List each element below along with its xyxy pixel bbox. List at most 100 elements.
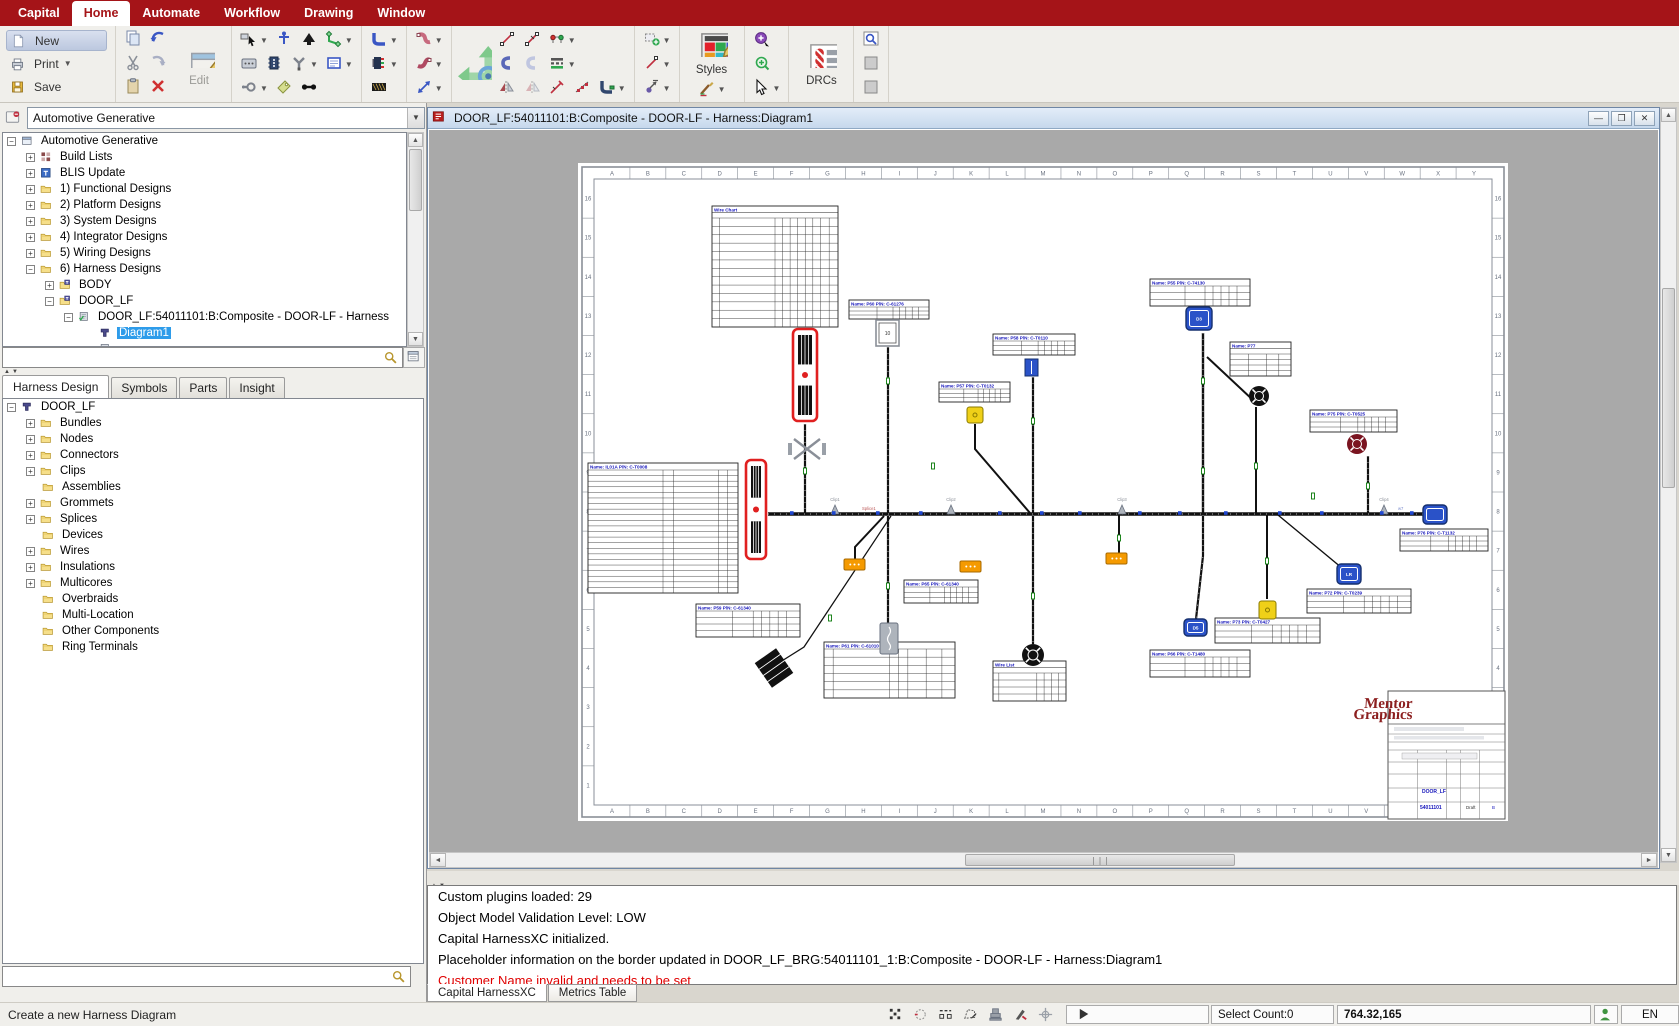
menu-item-workflow[interactable]: Workflow <box>212 1 292 26</box>
harness-tree-item-multicores[interactable]: +Multicores <box>3 575 423 591</box>
scroll-up-icon[interactable]: ▲ <box>408 133 423 147</box>
harness-tree-item-splices[interactable]: +Splices <box>3 511 423 527</box>
menu-item-window[interactable]: Window <box>365 1 437 26</box>
mirror-right-button[interactable] <box>521 77 543 102</box>
move-cross-icon[interactable] <box>458 46 492 85</box>
red-measure-button[interactable] <box>546 77 568 102</box>
lanes-button[interactable]: ▼ <box>546 53 578 78</box>
project-tree-item-door-lf[interactable]: −DOOR_LF <box>3 293 406 309</box>
menu-item-capital[interactable]: Capital <box>6 1 72 26</box>
scroll-left-icon[interactable]: ◄ <box>430 853 446 867</box>
mirror-left-button[interactable] <box>496 77 518 102</box>
panel-toggle-icon[interactable] <box>403 347 425 368</box>
splice-dumbbell-button[interactable] <box>298 77 320 102</box>
bottom-tab-metrics-table[interactable]: Metrics Table <box>548 984 638 1002</box>
select-grid-icon[interactable] <box>884 1005 906 1024</box>
edit-button[interactable]: Edit <box>173 40 225 89</box>
project-tree-item-blis-update[interactable]: +BLIS Update <box>3 165 406 181</box>
project-search-input[interactable] <box>3 349 380 366</box>
select-poly-icon[interactable] <box>959 1005 981 1024</box>
new-button[interactable]: New <box>6 30 107 51</box>
restore-button[interactable]: ❐ <box>1611 111 1632 126</box>
menu-item-home[interactable]: Home <box>72 1 131 26</box>
menu-item-automate[interactable]: Automate <box>130 1 212 26</box>
language-box[interactable]: EN <box>1621 1005 1679 1024</box>
project-tree-item-6-harness-designs[interactable]: −6) Harness Designs <box>3 261 406 277</box>
harness-search-input[interactable] <box>3 968 388 985</box>
save-button[interactable]: Save <box>6 77 107 98</box>
dot-arrow-button[interactable]: ▼ <box>641 77 673 102</box>
canvas-vscrollbar[interactable]: ▲ ▼ <box>1660 107 1677 863</box>
redline2-button[interactable] <box>521 29 543 54</box>
project-tree-item-build-lists[interactable]: +Build Lists <box>3 149 406 165</box>
canvas-hscrollbar[interactable]: ◄ ► <box>429 852 1658 868</box>
expand-icon[interactable]: + <box>26 579 35 588</box>
project-tree-item-diagram1[interactable]: Diagram1 <box>3 325 406 341</box>
paste-button[interactable] <box>122 76 144 101</box>
scroll-down-icon[interactable]: ▼ <box>1661 848 1676 862</box>
expand-icon[interactable]: + <box>26 515 35 524</box>
expand-icon[interactable]: + <box>26 153 35 162</box>
scroll-down-icon[interactable]: ▼ <box>408 332 423 346</box>
harness-search-box[interactable] <box>2 966 411 987</box>
cap-symbol-button[interactable] <box>298 29 320 54</box>
scrollbar-thumb[interactable] <box>965 854 1235 866</box>
expand-icon[interactable]: + <box>26 185 35 194</box>
tee-node-button[interactable] <box>273 29 295 54</box>
harness-tree-item-ring-terminals[interactable]: Ring Terminals <box>3 639 423 655</box>
bottom-tab-capital-harnessxc[interactable]: Capital HarnessXC <box>427 984 547 1002</box>
expand-icon[interactable]: + <box>26 233 35 242</box>
play-icon[interactable] <box>1073 1005 1095 1024</box>
beads-button[interactable] <box>571 77 593 102</box>
ribbon-cable1-button[interactable]: ▼ <box>413 29 445 54</box>
project-tree-item-5-wiring-designs[interactable]: +5) Wiring Designs <box>3 245 406 261</box>
collapse-icon[interactable]: − <box>7 403 16 412</box>
harness-tree-item-nodes[interactable]: +Nodes <box>3 431 423 447</box>
blue-doc-button[interactable]: ▼ <box>323 53 355 78</box>
expand-icon[interactable]: + <box>26 419 35 428</box>
undo-button[interactable] <box>147 28 169 53</box>
bundle-elbow-button[interactable]: ▼ <box>368 29 400 54</box>
delete-button[interactable] <box>147 76 169 101</box>
project-tree[interactable]: −Automotive Generative+Build Lists+BLIS … <box>2 132 407 347</box>
expand-icon[interactable]: + <box>26 249 35 258</box>
project-search-box[interactable] <box>2 347 403 368</box>
resize-diagonal-button[interactable]: ▼ <box>413 77 445 102</box>
cursor-connector-button[interactable]: ▼ <box>238 29 270 54</box>
scroll-right-icon[interactable]: ► <box>1641 853 1657 867</box>
ring-terminal-button[interactable]: ▼ <box>238 77 270 102</box>
select-circle-icon[interactable] <box>909 1005 931 1024</box>
expand-icon[interactable]: + <box>26 563 35 572</box>
scrollbar-thumb[interactable] <box>409 149 422 211</box>
log-splitter[interactable]: ▲▼ <box>427 871 1679 885</box>
collapse-icon[interactable]: − <box>7 137 16 146</box>
close-button[interactable]: ✕ <box>1634 111 1655 126</box>
project-tree-item-3-system-designs[interactable]: +3) System Designs <box>3 213 406 229</box>
macro-play-box[interactable] <box>1066 1005 1209 1024</box>
tab-parts[interactable]: Parts <box>179 377 227 398</box>
select-dash-icon[interactable] <box>934 1005 956 1024</box>
menu-item-drawing[interactable]: Drawing <box>292 1 365 26</box>
harness-tree-item-connectors[interactable]: +Connectors <box>3 447 423 463</box>
print-button[interactable]: Print ▼ <box>6 53 107 74</box>
harness-tree-item-wires[interactable]: +Wires <box>3 543 423 559</box>
project-tree-item-body[interactable]: +BODY <box>3 277 406 293</box>
expand-icon[interactable]: + <box>26 451 35 460</box>
expand-icon[interactable]: + <box>26 499 35 508</box>
project-tree-item-2-platform-designs[interactable]: +2) Platform Designs <box>3 197 406 213</box>
harness-tree-item-insulations[interactable]: +Insulations <box>3 559 423 575</box>
diagram-canvas[interactable]: AABB CC DD EE FF GG HH II JJ KK LL MM NN… <box>429 130 1658 852</box>
project-tree-item-door-lf-54011101-b-composite-door-lf-har[interactable]: −DOOR_LF:54011101:B:Composite - DOOR-LF … <box>3 309 406 325</box>
tab-harness-design[interactable]: Harness Design <box>2 375 109 399</box>
elbow-green-button[interactable]: ▼ <box>323 29 355 54</box>
project-combobox[interactable]: Automotive Generative ▼ <box>27 107 425 129</box>
connector-block-button[interactable] <box>263 53 285 78</box>
tab-symbols[interactable]: Symbols <box>111 377 177 398</box>
crosshair-icon[interactable] <box>1034 1005 1056 1024</box>
cut-button[interactable] <box>122 52 144 77</box>
copy-button[interactable] <box>122 28 144 53</box>
harness-tree[interactable]: −DOOR_LF+Bundles+Nodes+Connectors+ClipsA… <box>2 398 424 964</box>
harness-tree-item-overbraids[interactable]: Overbraids <box>3 591 423 607</box>
hook-gray-button[interactable] <box>521 53 543 78</box>
collapse-icon[interactable]: − <box>45 297 54 306</box>
